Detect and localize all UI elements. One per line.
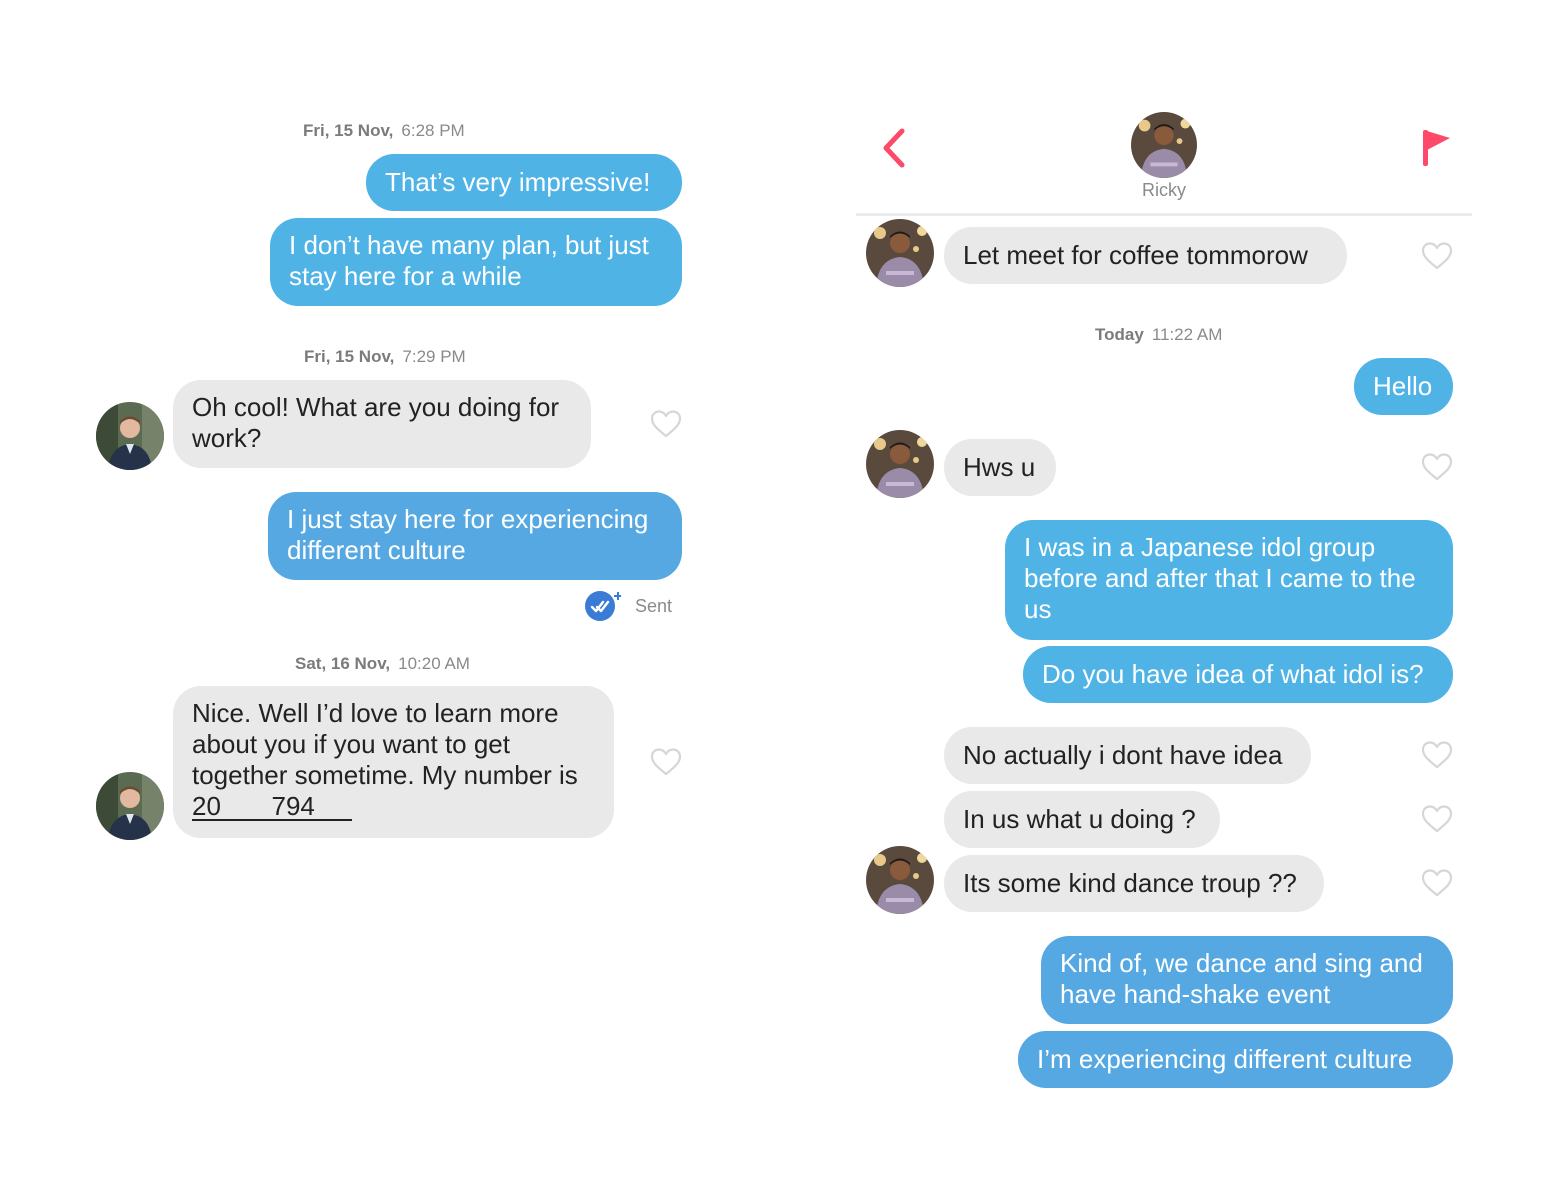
heart-icon[interactable]: [1421, 241, 1453, 271]
avatar[interactable]: [866, 430, 934, 498]
message-text: In us what u doing ?: [963, 804, 1196, 834]
message-text: Hws u: [963, 452, 1036, 482]
heart-icon[interactable]: [1421, 804, 1453, 834]
contact-name[interactable]: Ricky: [1104, 180, 1224, 201]
outgoing-message[interactable]: I’m experiencing different culture: [1018, 1031, 1453, 1088]
incoming-message[interactable]: Its some kind dance troup ??: [944, 855, 1324, 912]
timestamp: Fri, 15 Nov, 6:28 PM: [303, 121, 465, 141]
outgoing-message[interactable]: Hello: [1354, 358, 1453, 415]
message-text: Kind of, we dance and sing and have hand…: [1060, 948, 1423, 1009]
timestamp-time: 10:20 AM: [398, 654, 470, 673]
message-text: Do you have idea of what idol is?: [1042, 659, 1424, 689]
message-text: I was in a Japanese idol group before an…: [1024, 532, 1416, 624]
avatar[interactable]: [866, 846, 934, 914]
heart-icon[interactable]: [650, 747, 682, 777]
incoming-message[interactable]: Hws u: [944, 439, 1056, 496]
timestamp-day: Today: [1095, 325, 1144, 344]
message-text: Let meet for coffee tommorow: [963, 240, 1308, 270]
message-text: Nice. Well I’d love to learn more about …: [192, 698, 578, 790]
avatar[interactable]: [866, 219, 934, 287]
message-text: I’m experiencing different culture: [1037, 1044, 1413, 1074]
timestamp-day: Fri, 15 Nov,: [303, 121, 394, 140]
heart-icon[interactable]: [1421, 868, 1453, 898]
heart-icon[interactable]: [1421, 452, 1453, 482]
outgoing-message[interactable]: That’s very impressive!: [366, 154, 682, 211]
timestamp-day: Sat, 16 Nov,: [295, 654, 391, 673]
outgoing-message[interactable]: Do you have idea of what idol is?: [1023, 646, 1453, 703]
heart-icon[interactable]: [650, 409, 682, 439]
message-text: I don’t have many plan, but just stay he…: [289, 230, 649, 291]
timestamp-time: 7:29 PM: [402, 347, 466, 366]
heart-icon[interactable]: [1421, 740, 1453, 770]
avatar[interactable]: [96, 402, 164, 470]
timestamp-time: 6:28 PM: [401, 121, 465, 140]
incoming-message[interactable]: No actually i dont have idea: [944, 727, 1311, 784]
message-text: I just stay here for experiencing differ…: [287, 504, 649, 565]
outgoing-message[interactable]: Kind of, we dance and sing and have hand…: [1041, 936, 1453, 1024]
incoming-message[interactable]: Oh cool! What are you doing for work?: [173, 380, 591, 468]
timestamp-time: 11:22 AM: [1151, 325, 1223, 344]
message-text: No actually i dont have idea: [963, 740, 1283, 770]
outgoing-message[interactable]: I just stay here for experiencing differ…: [268, 492, 682, 580]
flag-icon[interactable]: [1421, 128, 1453, 168]
outgoing-message[interactable]: I don’t have many plan, but just stay he…: [270, 218, 682, 306]
header-divider: [856, 213, 1472, 216]
message-text: That’s very impressive!: [385, 167, 651, 197]
message-status: Sent: [585, 589, 672, 623]
incoming-message[interactable]: Nice. Well I’d love to learn more about …: [173, 686, 614, 838]
avatar[interactable]: [96, 772, 164, 840]
incoming-message[interactable]: Let meet for coffee tommorow: [944, 227, 1347, 284]
sent-label: Sent: [635, 595, 673, 616]
incoming-message[interactable]: In us what u doing ?: [944, 791, 1220, 848]
timestamp: Fri, 15 Nov, 7:29 PM: [304, 347, 466, 367]
outgoing-message[interactable]: I was in a Japanese idol group before an…: [1005, 520, 1453, 640]
message-text: Its some kind dance troup ??: [963, 868, 1297, 898]
double-check-icon: [585, 589, 622, 623]
timestamp-day: Fri, 15 Nov,: [304, 347, 395, 366]
contact-avatar[interactable]: [1131, 112, 1197, 178]
phone-number[interactable]: 20 794: [192, 793, 352, 821]
timestamp: Sat, 16 Nov, 10:20 AM: [295, 654, 470, 674]
timestamp: Today 11:22 AM: [1095, 325, 1222, 345]
message-text: Oh cool! What are you doing for work?: [192, 392, 560, 453]
chevron-left-icon[interactable]: [878, 127, 908, 169]
message-text: Hello: [1373, 371, 1433, 401]
